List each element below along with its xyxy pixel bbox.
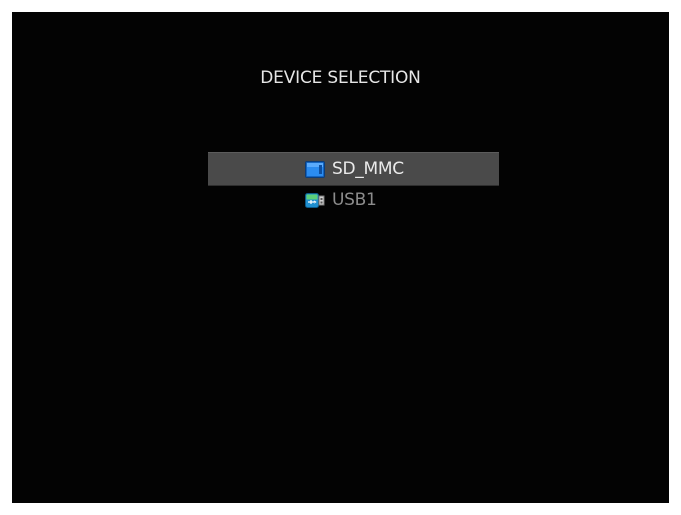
page-title: DEVICE SELECTION — [260, 68, 421, 88]
device-label: USB1 — [332, 190, 377, 210]
device-selection-screen: DEVICE SELECTION SD_MMC USB1 — [12, 12, 669, 503]
device-label: SD_MMC — [332, 159, 404, 179]
usb-drive-icon — [305, 192, 325, 209]
device-list: SD_MMC USB1 — [208, 152, 499, 216]
device-item-usb1[interactable]: USB1 — [208, 186, 499, 216]
device-item-sd-mmc[interactable]: SD_MMC — [208, 152, 499, 186]
sd-card-icon — [305, 161, 325, 178]
